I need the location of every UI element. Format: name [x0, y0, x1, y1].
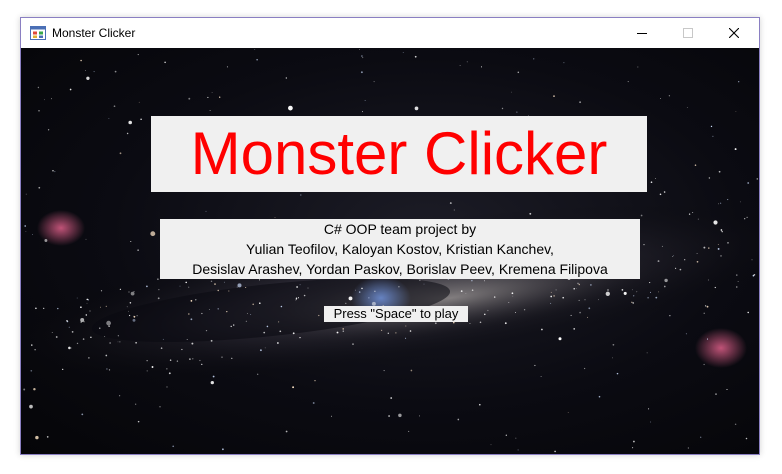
close-button[interactable]	[711, 18, 757, 48]
app-window: Monster Clicker Monster Clicker C# OOP t…	[20, 17, 760, 455]
maximize-icon	[683, 28, 693, 38]
title-bar[interactable]: Monster Clicker	[21, 18, 759, 48]
credits-line: Yulian Teofilov, Kaloyan Kostov, Kristia…	[246, 241, 554, 257]
minimize-icon	[637, 33, 647, 34]
credits-line: C# OOP team project by	[323, 221, 477, 237]
play-prompt: Press "Space" to play	[324, 306, 468, 322]
maximize-button[interactable]	[665, 18, 711, 48]
window-title: Monster Clicker	[52, 26, 136, 40]
game-title: Monster Clicker	[190, 120, 608, 187]
game-title-panel: Monster Clicker	[151, 116, 647, 192]
windows-form-icon	[30, 26, 46, 40]
credits-panel: C# OOP team project by Yulian Teofilov, …	[160, 219, 640, 279]
credits-line: Desislav Arashev, Yordan Paskov, Borisla…	[192, 261, 608, 277]
game-canvas[interactable]: Monster Clicker C# OOP team project by Y…	[21, 48, 759, 454]
close-icon	[729, 28, 739, 38]
minimize-button[interactable]	[619, 18, 665, 48]
